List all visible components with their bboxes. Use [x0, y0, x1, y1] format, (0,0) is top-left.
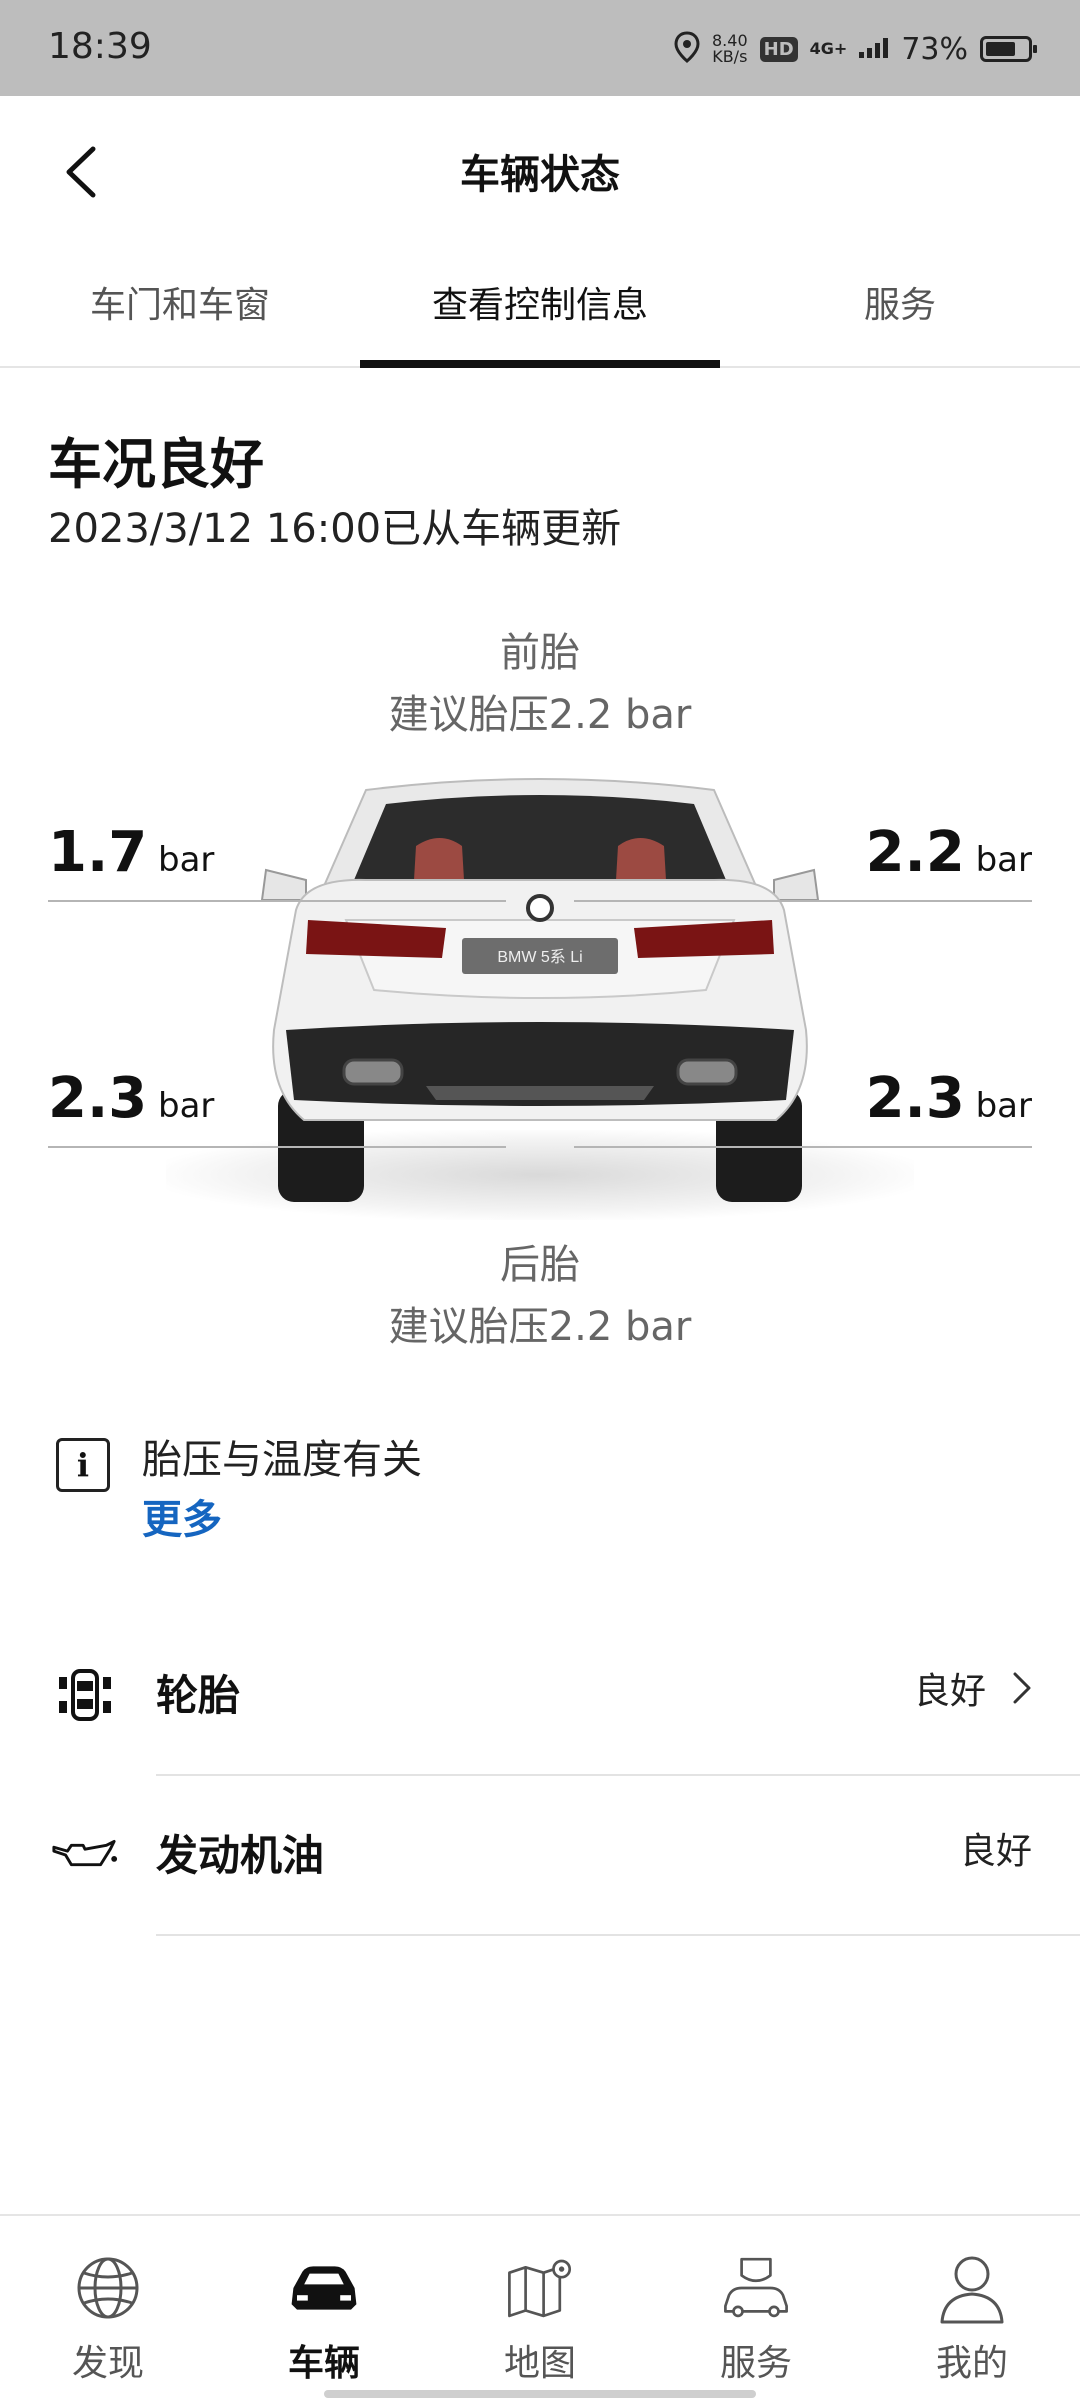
tire-unit: bar [975, 840, 1032, 880]
tire-value: 1.7 [48, 820, 148, 885]
hd-badge: HD [759, 36, 798, 62]
info-text: 胎压与温度有关 [142, 1437, 422, 1483]
nav-vehicle[interactable]: 车辆 [216, 2216, 432, 2404]
tab-check-control[interactable]: 查看控制信息 [360, 246, 720, 368]
nav-map[interactable]: 地图 [432, 2216, 648, 2404]
status-bar: 18:39 8.40 KB/s HD 4G+ 73% [0, 0, 1080, 96]
page-title: 车辆状态 [460, 152, 620, 198]
tire-status-icon [50, 1660, 120, 1730]
front-recommended-pressure: 建议胎压2.2 bar [388, 692, 692, 738]
nav-service[interactable]: 服务 [648, 2216, 864, 2404]
car-icon [288, 2252, 360, 2324]
info-icon: i [56, 1438, 110, 1492]
tire-value: 2.2 [865, 820, 965, 885]
front-tire-label: 前胎 建议胎压2.2 bar [0, 622, 1080, 746]
chevron-right-icon [1013, 1672, 1031, 1704]
home-indicator[interactable] [324, 2390, 756, 2398]
nav-label: 我的 [935, 2343, 1008, 2384]
list-title: 轮胎 [156, 1671, 241, 1720]
tab-doors-windows[interactable]: 车门和车窗 [0, 246, 360, 366]
tire-unit: bar [158, 1086, 215, 1126]
nav-discover[interactable]: 发现 [0, 2216, 216, 2404]
globe-icon [72, 2252, 144, 2324]
rear-label-text: 后胎 [500, 1242, 580, 1288]
network-speed: 8.40 KB/s [712, 33, 748, 65]
status-indicators: 8.40 KB/s HD 4G+ 73% [674, 28, 1037, 70]
more-link[interactable]: 更多 [142, 1490, 422, 1550]
person-icon [936, 2252, 1008, 2324]
status-time: 18:39 [48, 26, 152, 67]
tire-rear-right: 2.3 bar [574, 1066, 1032, 1148]
tab-bar: 车门和车窗 查看控制信息 服务 [0, 246, 1080, 368]
rear-tire-label: 后胎 建议胎压2.2 bar [0, 1234, 1080, 1358]
info-note: i 胎压与温度有关 更多 [56, 1430, 422, 1550]
nav-label: 服务 [719, 2343, 792, 2384]
tire-unit: bar [158, 840, 215, 880]
signal-icon [859, 36, 889, 62]
speed-unit: KB/s [712, 47, 748, 66]
rear-recommended-pressure: 建议胎压2.2 bar [388, 1304, 692, 1350]
list-title: 发动机油 [156, 1831, 325, 1880]
tire-value: 2.3 [865, 1066, 965, 1131]
last-updated: 2023/3/12 16:00已从车辆更新 [48, 506, 622, 552]
list-value: 良好 [914, 1662, 1032, 1714]
vehicle-condition-title: 车况良好 [48, 433, 264, 496]
oil-can-icon [50, 1820, 120, 1890]
tire-rear-left: 2.3 bar [48, 1066, 506, 1148]
list-item-engine-oil[interactable]: 发动机油 良好 [0, 1776, 1080, 1936]
battery-percent: 73% [901, 31, 968, 67]
nav-label: 车辆 [287, 2343, 360, 2384]
network-type: 4G+ [809, 39, 848, 58]
nav-profile[interactable]: 我的 [864, 2216, 1080, 2404]
tire-front-left: 1.7 bar [48, 820, 506, 902]
divider [156, 1934, 1080, 1936]
service-car-icon [720, 2252, 792, 2324]
location-icon [674, 31, 700, 67]
battery-icon [980, 36, 1037, 62]
nav-label: 发现 [71, 2343, 144, 2384]
app-header: 车辆状态 [0, 96, 1080, 246]
map-icon [504, 2252, 576, 2324]
nav-label: 地图 [503, 2343, 576, 2384]
tire-status-value: 良好 [913, 1671, 986, 1712]
oil-status-value: 良好 [959, 1831, 1032, 1872]
front-label-text: 前胎 [500, 630, 580, 676]
bottom-navigation: 发现 车辆 地图 服务 我的 [0, 2214, 1080, 2404]
car-model-badge: BMW 5系 Li [497, 948, 582, 966]
list-item-tires[interactable]: 轮胎 良好 [0, 1616, 1080, 1776]
tire-front-right: 2.2 bar [574, 820, 1032, 902]
tab-service[interactable]: 服务 [720, 246, 1080, 366]
tire-unit: bar [975, 1086, 1032, 1126]
tire-value: 2.3 [48, 1066, 148, 1131]
list-value: 良好 [960, 1822, 1032, 1874]
